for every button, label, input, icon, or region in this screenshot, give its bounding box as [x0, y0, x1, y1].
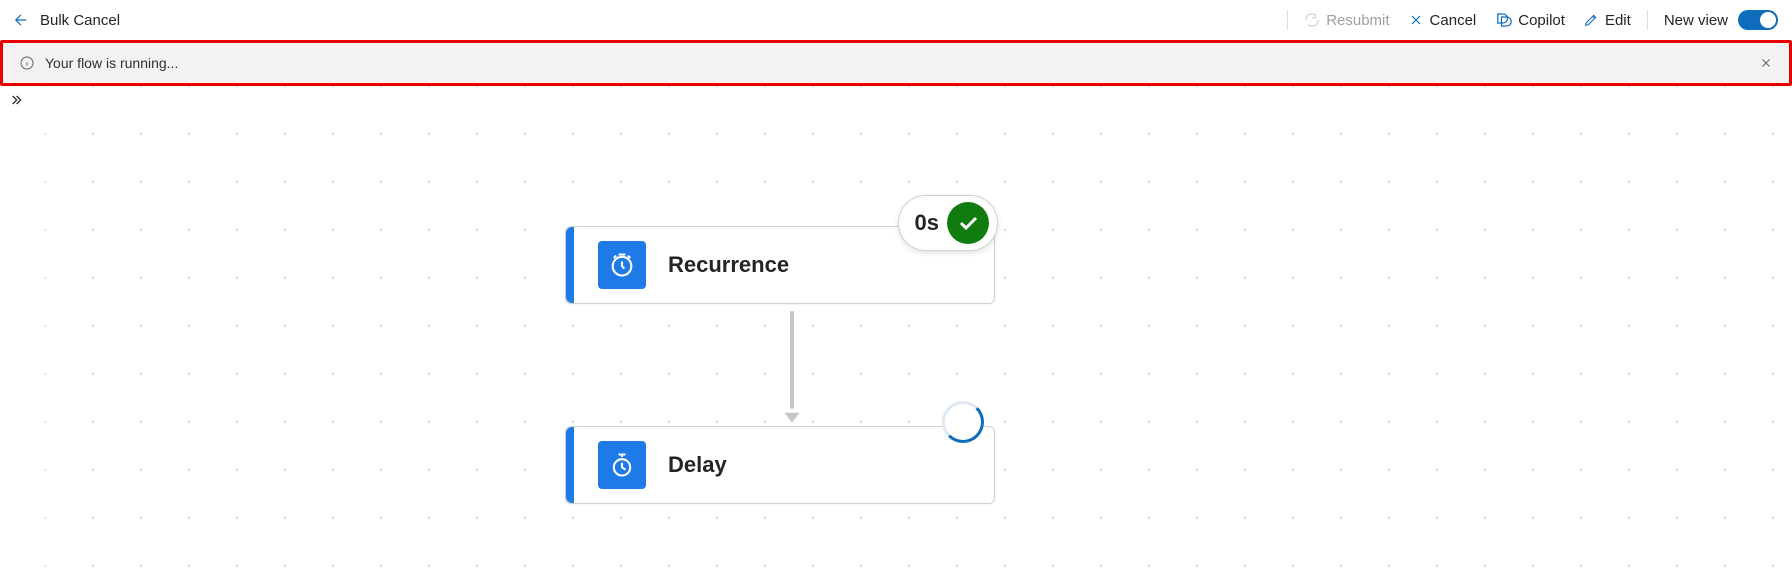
divider: [1287, 10, 1288, 30]
arrow-left-icon: [12, 11, 30, 29]
notification-close-button[interactable]: [1755, 52, 1777, 74]
notification-bar: Your flow is running...: [3, 43, 1789, 83]
notification-message: Your flow is running...: [45, 55, 1755, 71]
copilot-button[interactable]: Copilot: [1492, 7, 1567, 33]
node-status-badge: 0s: [898, 195, 998, 251]
resubmit-label: Resubmit: [1326, 12, 1389, 29]
toolbar-right: Resubmit Cancel Copilot Edit New view: [1287, 6, 1780, 34]
new-view-label: New view: [1664, 12, 1728, 29]
toolbar: Bulk Cancel Resubmit Cancel Copilot Edit…: [0, 0, 1792, 40]
flow-node-recurrence[interactable]: 0s Recurrence: [565, 226, 995, 304]
resubmit-button: Resubmit: [1302, 8, 1391, 33]
flow-canvas[interactable]: 0s Recurrence: [0, 86, 1792, 583]
cancel-label: Cancel: [1430, 12, 1477, 29]
toolbar-left: Bulk Cancel: [12, 11, 120, 29]
new-view-control: New view: [1662, 6, 1780, 34]
copilot-label: Copilot: [1518, 12, 1565, 29]
close-icon: [1759, 56, 1773, 70]
cancel-button[interactable]: Cancel: [1406, 8, 1479, 33]
edit-label: Edit: [1605, 12, 1631, 29]
page-title: Bulk Cancel: [40, 12, 120, 29]
refresh-icon: [1304, 12, 1320, 28]
close-icon: [1408, 12, 1424, 28]
info-icon: [19, 55, 35, 71]
status-success-icon: [947, 202, 989, 244]
node-status-badge: [942, 401, 984, 443]
pencil-icon: [1583, 12, 1599, 28]
new-view-toggle[interactable]: [1738, 10, 1778, 30]
flow-node-delay[interactable]: Delay: [565, 426, 995, 504]
flow-graph: 0s Recurrence: [0, 86, 1792, 583]
node-title: Recurrence: [668, 252, 789, 278]
status-loading-icon: [942, 401, 984, 443]
divider: [1647, 10, 1648, 30]
delay-icon: [598, 441, 646, 489]
flow-connector: [780, 311, 804, 426]
copilot-icon: [1494, 11, 1512, 29]
back-button[interactable]: [12, 11, 30, 29]
node-title: Delay: [668, 452, 727, 478]
edit-button[interactable]: Edit: [1581, 8, 1633, 33]
node-duration: 0s: [915, 210, 939, 236]
notification-highlight: Your flow is running...: [0, 40, 1792, 86]
recurrence-icon: [598, 241, 646, 289]
arrow-down-icon: [780, 403, 804, 426]
